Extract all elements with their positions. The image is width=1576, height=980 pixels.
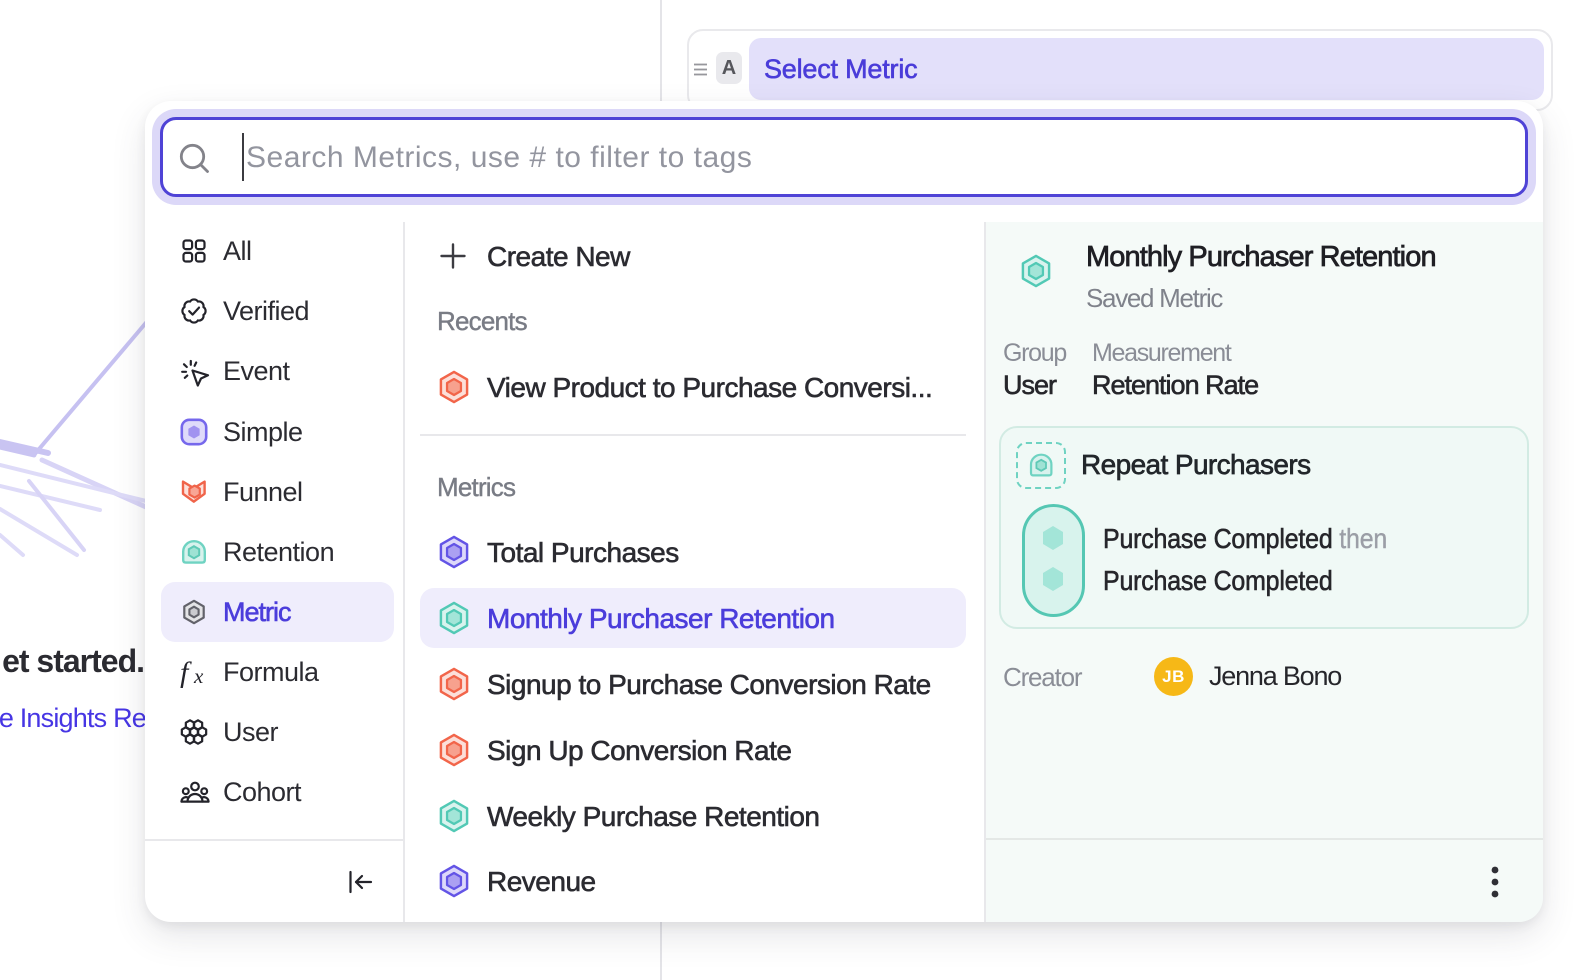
svg-text:x: x [193, 664, 204, 688]
svg-text:f: f [180, 658, 192, 688]
